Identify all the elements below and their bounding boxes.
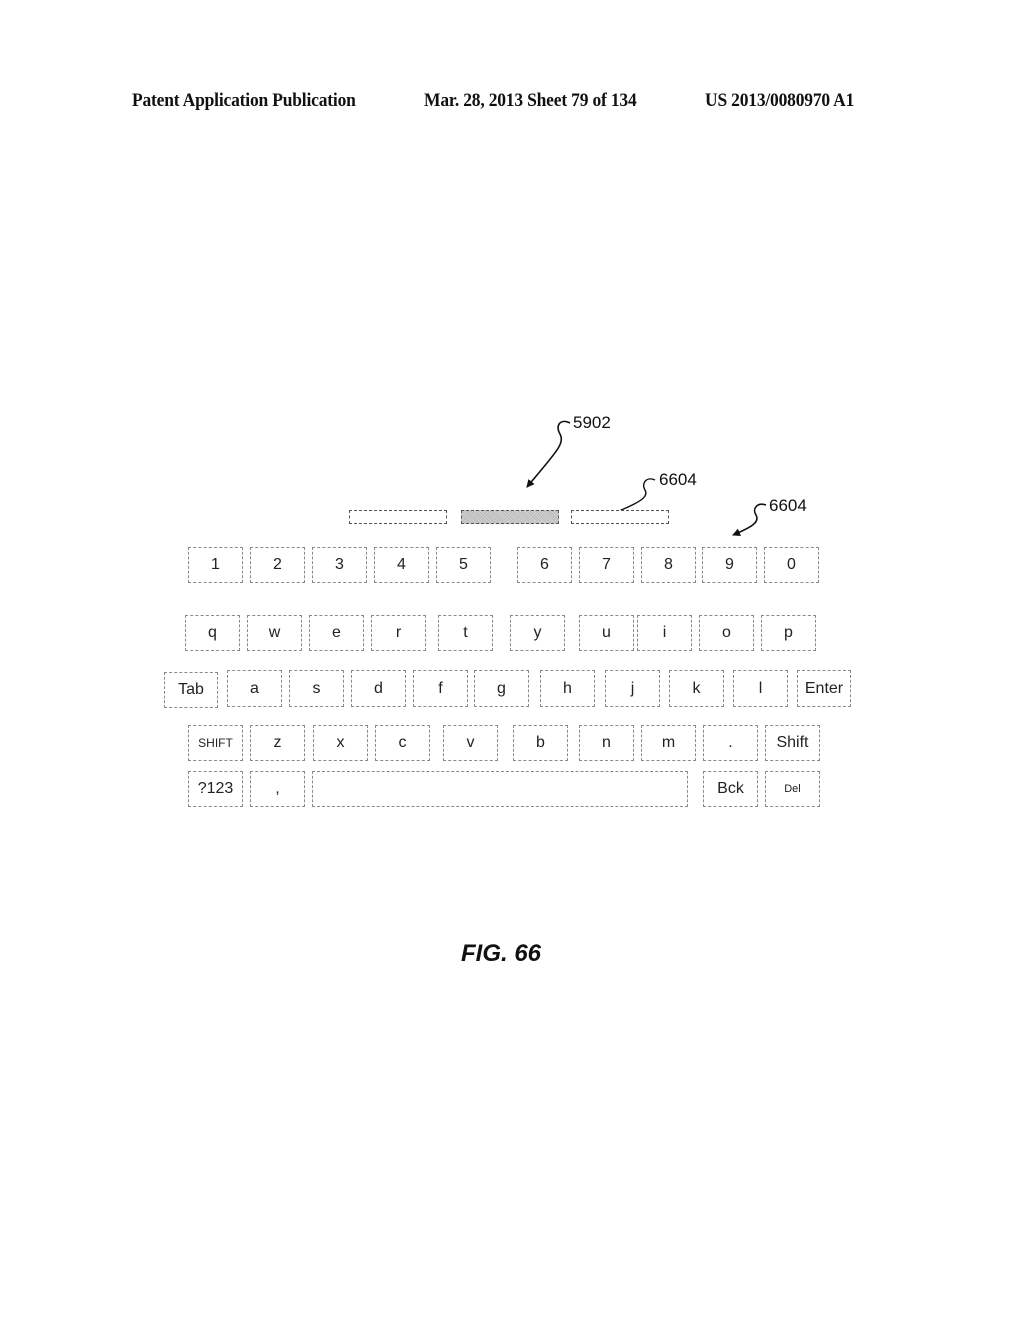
key-j[interactable]: j [605,670,660,707]
key-g[interactable]: g [474,670,529,707]
key-tab[interactable]: Tab [164,672,218,708]
key-9[interactable]: 9 [702,547,757,583]
key-4[interactable]: 4 [374,547,429,583]
key-a[interactable]: a [227,670,282,707]
key-1[interactable]: 1 [188,547,243,583]
key-v[interactable]: v [443,725,498,761]
key-backspace[interactable]: Bck [703,771,758,807]
key-b[interactable]: b [513,725,568,761]
key-shift-right[interactable]: Shift [765,725,820,761]
key-l[interactable]: l [733,670,788,707]
key-p[interactable]: p [761,615,816,651]
key-enter[interactable]: Enter [797,670,851,707]
reference-leader-lines [526,420,767,536]
key-7[interactable]: 7 [579,547,634,583]
key-x[interactable]: x [313,725,368,761]
key-o[interactable]: o [699,615,754,651]
key-delete[interactable]: Del [765,771,820,807]
key-3[interactable]: 3 [312,547,367,583]
reference-label-5902: 5902 [573,413,611,432]
key-m[interactable]: m [641,725,696,761]
figure-caption: FIG. 66 [460,940,542,967]
key-k[interactable]: k [669,670,724,707]
key-e[interactable]: e [309,615,364,651]
key-shift-left[interactable]: SHIFT [188,725,243,761]
suggestion-bar-3[interactable] [571,510,669,524]
key-z[interactable]: z [250,725,305,761]
leader-arrow-5902 [526,420,571,488]
reference-label-6604-bar: 6604 [659,470,697,489]
key-w[interactable]: w [247,615,302,651]
key-y[interactable]: y [510,615,565,651]
key-c[interactable]: c [375,725,430,761]
key-0[interactable]: 0 [764,547,819,583]
key-symbols[interactable]: ?123 [188,771,243,807]
key-n[interactable]: n [579,725,634,761]
key-f[interactable]: f [413,670,468,707]
key-i[interactable]: i [637,615,692,651]
key-5[interactable]: 5 [436,547,491,583]
key-8[interactable]: 8 [641,547,696,583]
key-period[interactable]: . [703,725,758,761]
suggestion-bar-1[interactable] [349,510,447,524]
leader-line-6604-bar [618,478,656,512]
key-r[interactable]: r [371,615,426,651]
leader-arrow-6604-key [732,503,767,536]
key-s[interactable]: s [289,670,344,707]
key-2[interactable]: 2 [250,547,305,583]
reference-label-6604-key: 6604 [769,496,807,515]
key-q[interactable]: q [185,615,240,651]
key-u[interactable]: u [579,615,634,651]
suggestion-bar-2-selected[interactable] [461,510,559,524]
key-space[interactable] [312,771,688,807]
key-t[interactable]: t [438,615,493,651]
key-h[interactable]: h [540,670,595,707]
key-comma[interactable]: , [250,771,305,807]
key-d[interactable]: d [351,670,406,707]
key-6[interactable]: 6 [517,547,572,583]
